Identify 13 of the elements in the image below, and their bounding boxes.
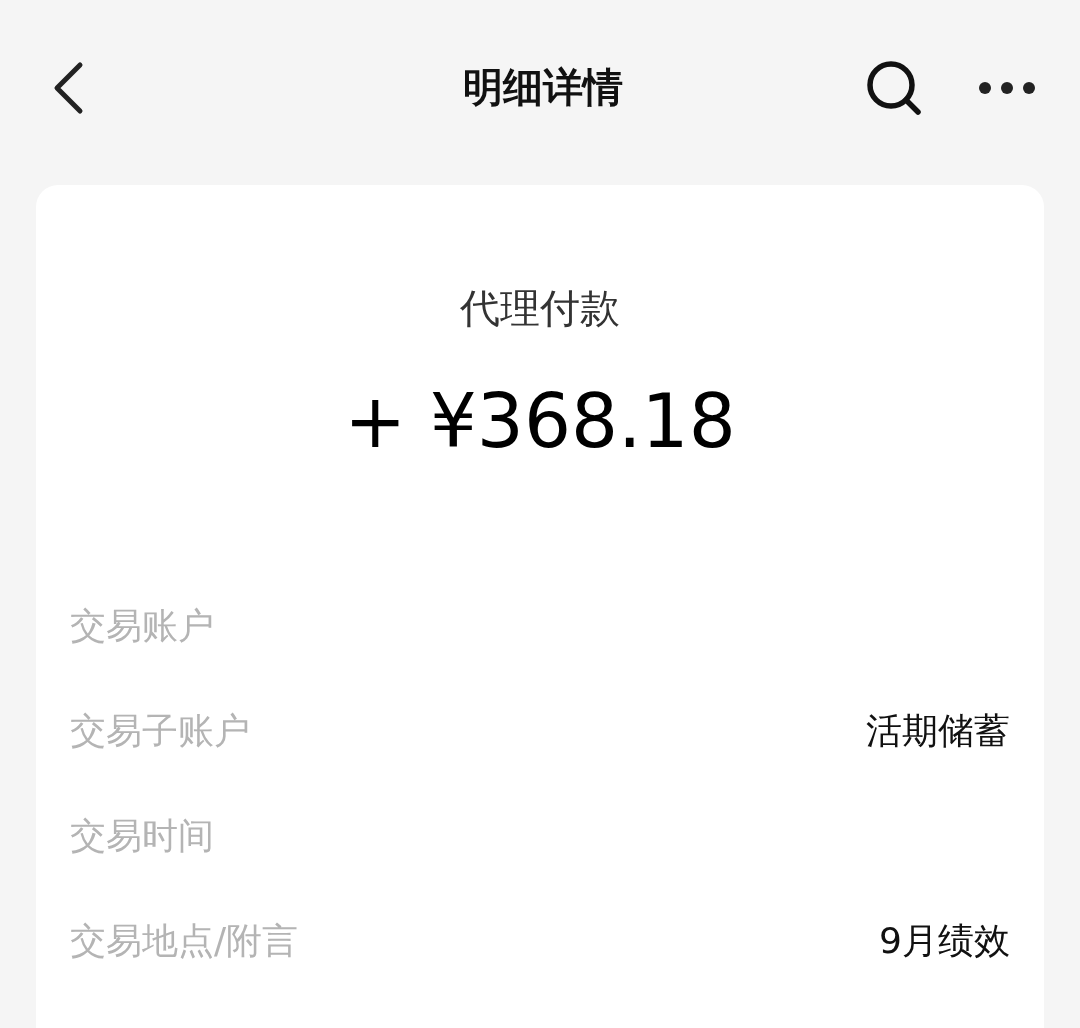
search-button[interactable] xyxy=(866,59,922,116)
detail-label: 交易地点/附言 xyxy=(70,919,299,963)
more-icon xyxy=(978,80,1036,95)
transaction-type: 代理付款 xyxy=(459,284,621,333)
more-button[interactable] xyxy=(978,80,1036,95)
detail-label: 交易时间 xyxy=(70,814,214,858)
detail-label: 交易账户 xyxy=(70,604,214,648)
amount: + ¥368.18 xyxy=(343,378,737,464)
page-title: 明细详情 xyxy=(463,63,623,112)
detail-label: 交易子账户 xyxy=(70,709,250,753)
detail-value: 9月绩效 xyxy=(879,919,1010,963)
search-icon xyxy=(866,59,922,116)
detail-value: 活期储蓄 xyxy=(866,709,1010,753)
